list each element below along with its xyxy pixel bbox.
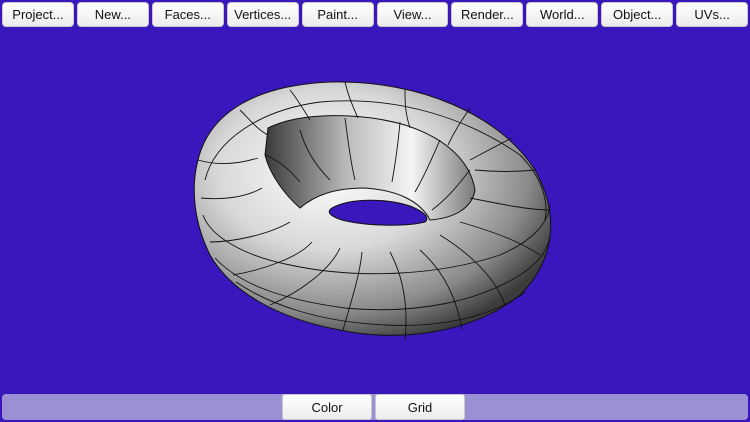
- render-menu-button[interactable]: Render...: [451, 2, 524, 27]
- 3d-viewport[interactable]: [0, 30, 750, 392]
- bottom-toolbar: Color Grid: [2, 394, 748, 420]
- grid-button[interactable]: Grid: [375, 394, 465, 420]
- app-window: Project... New... Faces... Vertices... P…: [0, 0, 750, 422]
- faces-menu-button[interactable]: Faces...: [151, 2, 224, 27]
- color-button[interactable]: Color: [282, 394, 372, 420]
- new-menu-button[interactable]: New...: [76, 2, 149, 27]
- uvs-menu-button[interactable]: UVs...: [676, 2, 749, 27]
- view-menu-button[interactable]: View...: [376, 2, 449, 27]
- top-menu-bar: Project... New... Faces... Vertices... P…: [0, 0, 750, 30]
- vertices-menu-button[interactable]: Vertices...: [226, 2, 299, 27]
- object-menu-button[interactable]: Object...: [601, 2, 674, 27]
- world-menu-button[interactable]: World...: [526, 2, 599, 27]
- project-menu-button[interactable]: Project...: [2, 2, 74, 27]
- paint-menu-button[interactable]: Paint...: [301, 2, 374, 27]
- torus-mesh[interactable]: [0, 30, 750, 392]
